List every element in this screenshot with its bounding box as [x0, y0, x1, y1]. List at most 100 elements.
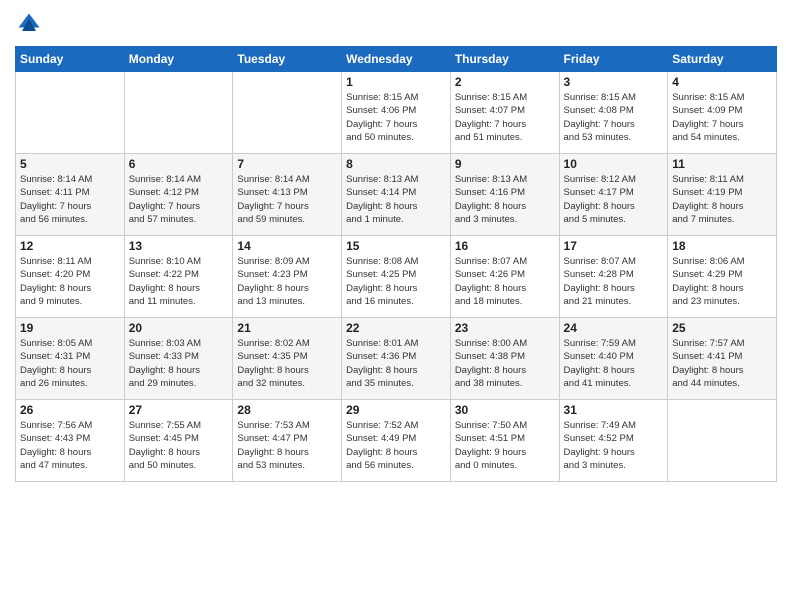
- day-info: Sunrise: 8:15 AM Sunset: 4:06 PM Dayligh…: [346, 91, 446, 144]
- day-number: 26: [20, 403, 120, 417]
- day-number: 31: [564, 403, 664, 417]
- day-info: Sunrise: 8:01 AM Sunset: 4:36 PM Dayligh…: [346, 337, 446, 390]
- calendar-cell: 23 Sunrise: 8:00 AM Sunset: 4:38 PM Dayli…: [450, 318, 559, 400]
- weekday-header: Saturday: [668, 47, 777, 72]
- day-number: 28: [237, 403, 337, 417]
- calendar-cell: 9 Sunrise: 8:13 AM Sunset: 4:16 PM Daylig…: [450, 154, 559, 236]
- calendar-week-row: 19 Sunrise: 8:05 AM Sunset: 4:31 PM Dayli…: [16, 318, 777, 400]
- day-number: 22: [346, 321, 446, 335]
- weekday-header: Wednesday: [342, 47, 451, 72]
- weekday-header: Monday: [124, 47, 233, 72]
- day-info: Sunrise: 7:59 AM Sunset: 4:40 PM Dayligh…: [564, 337, 664, 390]
- calendar-body: 1 Sunrise: 8:15 AM Sunset: 4:06 PM Daylig…: [16, 72, 777, 482]
- day-number: 13: [129, 239, 229, 253]
- day-number: 23: [455, 321, 555, 335]
- day-number: 3: [564, 75, 664, 89]
- day-number: 9: [455, 157, 555, 171]
- day-info: Sunrise: 8:15 AM Sunset: 4:08 PM Dayligh…: [564, 91, 664, 144]
- calendar-cell: 15 Sunrise: 8:08 AM Sunset: 4:25 PM Dayli…: [342, 236, 451, 318]
- day-info: Sunrise: 8:15 AM Sunset: 4:09 PM Dayligh…: [672, 91, 772, 144]
- calendar-cell: 14 Sunrise: 8:09 AM Sunset: 4:23 PM Dayli…: [233, 236, 342, 318]
- day-number: 27: [129, 403, 229, 417]
- day-number: 18: [672, 239, 772, 253]
- calendar-week-row: 5Sunrise: 8:14 AM Sunset: 4:11 PM Daylig…: [16, 154, 777, 236]
- calendar-cell: 26 Sunrise: 7:56 AM Sunset: 4:43 PM Dayli…: [16, 400, 125, 482]
- calendar-cell: 17 Sunrise: 8:07 AM Sunset: 4:28 PM Dayli…: [559, 236, 668, 318]
- calendar-cell: 12Sunrise: 8:11 AM Sunset: 4:20 PM Dayli…: [16, 236, 125, 318]
- calendar-week-row: 1 Sunrise: 8:15 AM Sunset: 4:06 PM Daylig…: [16, 72, 777, 154]
- calendar-cell: [233, 72, 342, 154]
- calendar-cell: [124, 72, 233, 154]
- day-info: Sunrise: 7:53 AM Sunset: 4:47 PM Dayligh…: [237, 419, 337, 472]
- day-number: 1: [346, 75, 446, 89]
- day-number: 30: [455, 403, 555, 417]
- day-info: Sunrise: 8:11 AM Sunset: 4:19 PM Dayligh…: [672, 173, 772, 226]
- day-number: 2: [455, 75, 555, 89]
- day-info: Sunrise: 8:14 AM Sunset: 4:11 PM Dayligh…: [20, 173, 120, 226]
- day-info: Sunrise: 8:13 AM Sunset: 4:14 PM Dayligh…: [346, 173, 446, 226]
- day-info: Sunrise: 8:07 AM Sunset: 4:28 PM Dayligh…: [564, 255, 664, 308]
- day-info: Sunrise: 8:13 AM Sunset: 4:16 PM Dayligh…: [455, 173, 555, 226]
- calendar-week-row: 26 Sunrise: 7:56 AM Sunset: 4:43 PM Dayli…: [16, 400, 777, 482]
- day-info: Sunrise: 7:56 AM Sunset: 4:43 PM Dayligh…: [20, 419, 120, 472]
- calendar-cell: 13 Sunrise: 8:10 AM Sunset: 4:22 PM Dayli…: [124, 236, 233, 318]
- day-number: 11: [672, 157, 772, 171]
- calendar-cell: 30 Sunrise: 7:50 AM Sunset: 4:51 PM Dayli…: [450, 400, 559, 482]
- day-info: Sunrise: 8:07 AM Sunset: 4:26 PM Dayligh…: [455, 255, 555, 308]
- calendar-cell: 25Sunrise: 7:57 AM Sunset: 4:41 PM Dayli…: [668, 318, 777, 400]
- day-number: 14: [237, 239, 337, 253]
- calendar-cell: 24Sunrise: 7:59 AM Sunset: 4:40 PM Dayli…: [559, 318, 668, 400]
- calendar-cell: 31Sunrise: 7:49 AM Sunset: 4:52 PM Dayli…: [559, 400, 668, 482]
- calendar-cell: 29 Sunrise: 7:52 AM Sunset: 4:49 PM Dayli…: [342, 400, 451, 482]
- day-number: 16: [455, 239, 555, 253]
- day-number: 25: [672, 321, 772, 335]
- day-info: Sunrise: 7:50 AM Sunset: 4:51 PM Dayligh…: [455, 419, 555, 472]
- calendar-cell: 18Sunrise: 8:06 AM Sunset: 4:29 PM Dayli…: [668, 236, 777, 318]
- day-info: Sunrise: 8:08 AM Sunset: 4:25 PM Dayligh…: [346, 255, 446, 308]
- calendar-cell: 21 Sunrise: 8:02 AM Sunset: 4:35 PM Dayli…: [233, 318, 342, 400]
- day-info: Sunrise: 8:00 AM Sunset: 4:38 PM Dayligh…: [455, 337, 555, 390]
- weekday-row: SundayMondayTuesdayWednesdayThursdayFrid…: [16, 47, 777, 72]
- calendar-cell: 2 Sunrise: 8:15 AM Sunset: 4:07 PM Daylig…: [450, 72, 559, 154]
- day-info: Sunrise: 8:14 AM Sunset: 4:12 PM Dayligh…: [129, 173, 229, 226]
- day-number: 19: [20, 321, 120, 335]
- calendar-header: SundayMondayTuesdayWednesdayThursdayFrid…: [16, 47, 777, 72]
- logo: [15, 10, 47, 38]
- day-info: Sunrise: 8:03 AM Sunset: 4:33 PM Dayligh…: [129, 337, 229, 390]
- calendar-table: SundayMondayTuesdayWednesdayThursdayFrid…: [15, 46, 777, 482]
- calendar-cell: 8 Sunrise: 8:13 AM Sunset: 4:14 PM Daylig…: [342, 154, 451, 236]
- calendar-cell: [16, 72, 125, 154]
- day-number: 6: [129, 157, 229, 171]
- day-number: 12: [20, 239, 120, 253]
- day-number: 15: [346, 239, 446, 253]
- page: SundayMondayTuesdayWednesdayThursdayFrid…: [0, 0, 792, 612]
- calendar-cell: 19 Sunrise: 8:05 AM Sunset: 4:31 PM Dayli…: [16, 318, 125, 400]
- calendar-cell: 7Sunrise: 8:14 AM Sunset: 4:13 PM Daylig…: [233, 154, 342, 236]
- day-info: Sunrise: 7:55 AM Sunset: 4:45 PM Dayligh…: [129, 419, 229, 472]
- day-number: 17: [564, 239, 664, 253]
- day-info: Sunrise: 8:05 AM Sunset: 4:31 PM Dayligh…: [20, 337, 120, 390]
- day-info: Sunrise: 8:09 AM Sunset: 4:23 PM Dayligh…: [237, 255, 337, 308]
- weekday-header: Thursday: [450, 47, 559, 72]
- day-info: Sunrise: 8:15 AM Sunset: 4:07 PM Dayligh…: [455, 91, 555, 144]
- calendar-cell: 22 Sunrise: 8:01 AM Sunset: 4:36 PM Dayli…: [342, 318, 451, 400]
- day-info: Sunrise: 8:02 AM Sunset: 4:35 PM Dayligh…: [237, 337, 337, 390]
- calendar-week-row: 12Sunrise: 8:11 AM Sunset: 4:20 PM Dayli…: [16, 236, 777, 318]
- weekday-header: Tuesday: [233, 47, 342, 72]
- logo-icon: [15, 10, 43, 38]
- weekday-header: Friday: [559, 47, 668, 72]
- day-info: Sunrise: 8:14 AM Sunset: 4:13 PM Dayligh…: [237, 173, 337, 226]
- day-info: Sunrise: 8:10 AM Sunset: 4:22 PM Dayligh…: [129, 255, 229, 308]
- calendar-cell: 16 Sunrise: 8:07 AM Sunset: 4:26 PM Dayli…: [450, 236, 559, 318]
- day-number: 10: [564, 157, 664, 171]
- calendar-cell: 6 Sunrise: 8:14 AM Sunset: 4:12 PM Daylig…: [124, 154, 233, 236]
- calendar-cell: 28 Sunrise: 7:53 AM Sunset: 4:47 PM Dayli…: [233, 400, 342, 482]
- day-number: 8: [346, 157, 446, 171]
- calendar-cell: 11 Sunrise: 8:11 AM Sunset: 4:19 PM Dayli…: [668, 154, 777, 236]
- day-number: 21: [237, 321, 337, 335]
- day-number: 29: [346, 403, 446, 417]
- calendar-cell: 10Sunrise: 8:12 AM Sunset: 4:17 PM Dayli…: [559, 154, 668, 236]
- calendar-cell: 1 Sunrise: 8:15 AM Sunset: 4:06 PM Daylig…: [342, 72, 451, 154]
- calendar-cell: 3 Sunrise: 8:15 AM Sunset: 4:08 PM Daylig…: [559, 72, 668, 154]
- day-info: Sunrise: 7:52 AM Sunset: 4:49 PM Dayligh…: [346, 419, 446, 472]
